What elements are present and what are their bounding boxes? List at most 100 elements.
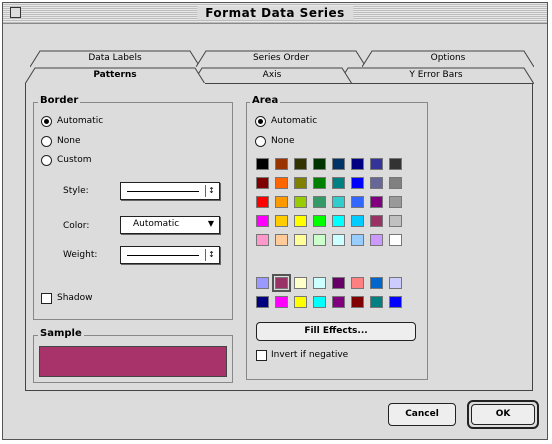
style-label: Style: — [63, 186, 89, 196]
color-swatch[interactable] — [272, 274, 291, 292]
area-automatic-radio[interactable] — [255, 116, 266, 127]
tab-series-order-label: Series Order — [252, 53, 310, 63]
border-automatic-radio[interactable] — [41, 116, 52, 127]
color-swatch[interactable] — [275, 215, 288, 227]
style-popup[interactable]: ↕ — [120, 182, 220, 200]
color-swatch[interactable] — [256, 234, 269, 246]
fill-effects-button[interactable]: Fill Effects... — [256, 322, 416, 341]
color-swatch[interactable] — [275, 234, 288, 246]
tab-options[interactable]: Options — [362, 50, 534, 67]
stepper-icon: ↕ — [205, 249, 217, 261]
color-swatch[interactable] — [294, 234, 307, 246]
tab-series-order[interactable]: Series Order — [196, 50, 366, 67]
color-swatch[interactable] — [370, 177, 383, 189]
color-swatch[interactable] — [389, 296, 402, 308]
color-swatch[interactable] — [275, 296, 288, 308]
border-custom-radio[interactable] — [41, 155, 52, 166]
color-label: Color: — [63, 221, 90, 231]
color-swatch[interactable] — [370, 277, 383, 289]
border-none-label: None — [57, 136, 81, 146]
color-swatch[interactable] — [313, 234, 326, 246]
ok-button[interactable]: OK — [471, 404, 535, 425]
color-swatch[interactable] — [256, 177, 269, 189]
border-group-title: Border — [38, 95, 81, 106]
tab-axis[interactable]: Axis — [192, 67, 352, 84]
shadow-checkbox[interactable] — [41, 293, 52, 304]
color-swatch[interactable] — [256, 296, 269, 308]
color-swatch[interactable] — [294, 177, 307, 189]
tab-axis-label: Axis — [262, 70, 282, 80]
color-swatch[interactable] — [332, 215, 345, 227]
weight-popup[interactable]: ↕ — [120, 246, 220, 264]
invert-if-negative-label: Invert if negative — [271, 350, 349, 360]
color-swatch[interactable] — [275, 177, 288, 189]
tab-y-error-bars[interactable]: Y Error Bars — [338, 67, 534, 84]
area-automatic-label: Automatic — [271, 116, 318, 126]
cancel-button[interactable]: Cancel — [388, 403, 456, 426]
color-swatch[interactable] — [256, 196, 269, 208]
color-swatch[interactable] — [332, 177, 345, 189]
color-swatch[interactable] — [313, 177, 326, 189]
color-swatch[interactable] — [313, 296, 326, 308]
border-custom-label: Custom — [57, 155, 92, 165]
title-bar[interactable]: Format Data Series — [3, 3, 547, 24]
color-swatch[interactable] — [256, 215, 269, 227]
color-swatch[interactable] — [351, 215, 364, 227]
color-popup[interactable]: Automatic ▼ — [120, 216, 220, 234]
color-swatch[interactable] — [332, 277, 345, 289]
color-swatch[interactable] — [370, 215, 383, 227]
color-swatch[interactable] — [351, 234, 364, 246]
tab-data-labels-label: Data Labels — [88, 53, 142, 63]
tab-options-label: Options — [430, 53, 466, 63]
color-swatch[interactable] — [370, 158, 383, 170]
stepper-icon: ↕ — [205, 185, 217, 197]
color-swatch[interactable] — [370, 296, 383, 308]
color-swatch[interactable] — [351, 158, 364, 170]
color-swatch[interactable] — [256, 277, 269, 289]
color-swatch[interactable] — [275, 196, 288, 208]
color-swatch[interactable] — [332, 234, 345, 246]
color-swatch[interactable] — [275, 158, 288, 170]
tab-patterns-label: Patterns — [93, 70, 137, 80]
close-box-icon[interactable] — [10, 7, 21, 18]
color-swatch[interactable] — [256, 158, 269, 170]
color-swatch[interactable] — [389, 158, 402, 170]
sample-swatch — [39, 346, 227, 377]
color-swatch[interactable] — [332, 196, 345, 208]
color-swatch[interactable] — [351, 277, 364, 289]
color-swatch[interactable] — [389, 215, 402, 227]
border-group — [33, 102, 233, 320]
color-swatch[interactable] — [313, 277, 326, 289]
color-swatch[interactable] — [389, 277, 402, 289]
weight-label: Weight: — [63, 250, 98, 260]
color-swatch[interactable] — [389, 196, 402, 208]
area-none-radio[interactable] — [255, 136, 266, 147]
color-swatch[interactable] — [294, 277, 307, 289]
tab-data-labels[interactable]: Data Labels — [30, 50, 200, 67]
color-swatch[interactable] — [294, 196, 307, 208]
color-swatch[interactable] — [332, 296, 345, 308]
color-swatch[interactable] — [294, 296, 307, 308]
color-swatch[interactable] — [351, 196, 364, 208]
color-swatch[interactable] — [351, 296, 364, 308]
color-swatch[interactable] — [332, 158, 345, 170]
color-popup-value: Automatic — [133, 219, 180, 229]
invert-if-negative-checkbox[interactable] — [256, 350, 267, 361]
color-swatch[interactable] — [351, 177, 364, 189]
color-swatch[interactable] — [294, 215, 307, 227]
color-swatch[interactable] — [313, 158, 326, 170]
color-swatch[interactable] — [294, 158, 307, 170]
sample-title: Sample — [38, 328, 84, 339]
shadow-label: Shadow — [57, 293, 93, 303]
color-swatch[interactable] — [313, 215, 326, 227]
color-swatch[interactable] — [389, 177, 402, 189]
area-group-title: Area — [250, 95, 281, 106]
color-swatch[interactable] — [370, 234, 383, 246]
tab-y-error-bars-label: Y Error Bars — [409, 70, 463, 80]
color-swatch[interactable] — [313, 196, 326, 208]
color-swatch[interactable] — [389, 234, 402, 246]
border-none-radio[interactable] — [41, 136, 52, 147]
tab-patterns[interactable]: Patterns — [25, 67, 205, 84]
color-swatch[interactable] — [370, 196, 383, 208]
chevron-down-icon: ▼ — [207, 219, 214, 228]
